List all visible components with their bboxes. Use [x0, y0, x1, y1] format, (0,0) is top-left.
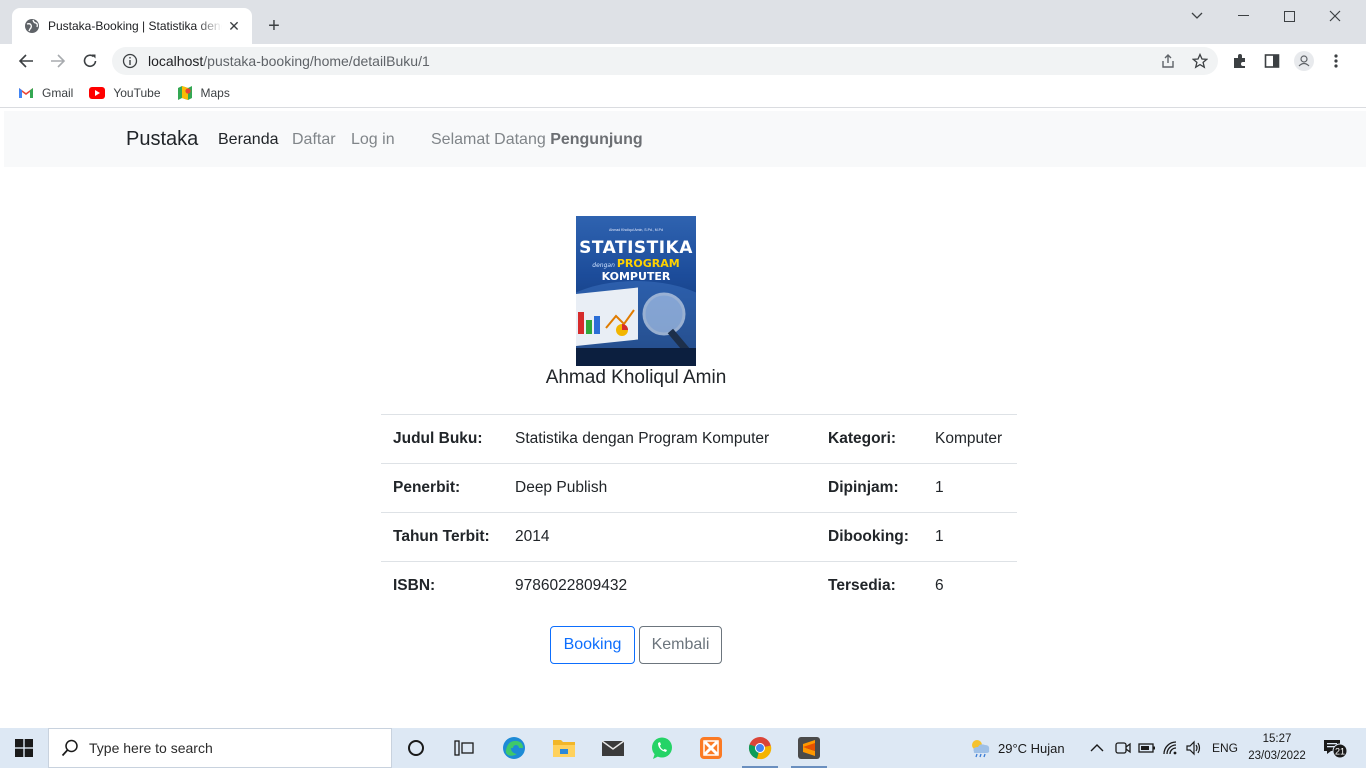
- table-row: ISBN: 9786022809432 Tersedia: 6: [381, 561, 1017, 611]
- battery-icon[interactable]: [1138, 728, 1156, 768]
- language-indicator[interactable]: ENG: [1212, 728, 1238, 768]
- bookmark-maps[interactable]: Maps: [177, 85, 230, 101]
- label-isbn: ISBN:: [393, 577, 436, 595]
- action-center-icon[interactable]: 21: [1322, 728, 1348, 768]
- windows-start-icon[interactable]: [0, 728, 48, 768]
- notification-count: 21: [1335, 747, 1345, 757]
- extensions-icon[interactable]: [1228, 49, 1252, 73]
- forward-arrow-icon[interactable]: [46, 49, 70, 73]
- search-icon: [61, 739, 78, 757]
- label-judul-buku: Judul Buku:: [393, 430, 483, 447]
- browser-tab[interactable]: Pustaka-Booking | Statistika dengan Prog…: [12, 8, 252, 44]
- bookmark-label: Maps: [200, 85, 230, 100]
- windows-taskbar: Type here to search 29°C Hujan ENG 15:27…: [0, 728, 1366, 768]
- label-tersedia: Tersedia:: [828, 577, 896, 595]
- xampp-icon[interactable]: [687, 728, 735, 768]
- page-viewport: Pustaka Beranda Daftar Log in Selamat Da…: [4, 111, 1366, 728]
- value-kategori: Komputer: [935, 430, 1003, 447]
- file-explorer-icon[interactable]: [540, 728, 588, 768]
- side-panel-icon[interactable]: [1260, 49, 1284, 73]
- weather-widget[interactable]: 29°C Hujan: [968, 728, 1065, 768]
- bookmark-gmail[interactable]: Gmail: [18, 85, 73, 101]
- url-host: localhost: [148, 53, 204, 69]
- gmail-icon: [18, 85, 34, 101]
- bookmark-youtube[interactable]: YouTube: [89, 85, 161, 101]
- wifi-icon[interactable]: [1162, 728, 1180, 768]
- bookmark-label: YouTube: [113, 85, 161, 100]
- kembali-button[interactable]: Kembali: [639, 626, 722, 664]
- table-row: Penerbit: Deep Publish Dipinjam: 1: [381, 463, 1017, 513]
- back-arrow-icon[interactable]: [14, 49, 38, 73]
- edge-browser-icon[interactable]: [490, 728, 538, 768]
- tab-title: Pustaka-Booking | Statistika dengan Prog…: [48, 19, 222, 33]
- reload-icon[interactable]: [78, 49, 102, 73]
- url-text: localhost/pustaka-booking/home/detailBuk…: [148, 53, 430, 69]
- table-row: Judul Buku: Statistika dengan Program Ko…: [381, 414, 1017, 464]
- welcome-message: Selamat Datang Pengunjung: [431, 131, 643, 149]
- nav-link-beranda[interactable]: Beranda: [218, 131, 279, 149]
- bookmark-label: Gmail: [42, 85, 74, 100]
- browser-toolbar: localhost/pustaka-booking/home/detailBuk…: [0, 44, 1366, 78]
- top-navbar: Pustaka Beranda Daftar Log in Selamat Da…: [4, 111, 1366, 167]
- new-tab-button[interactable]: +: [262, 14, 286, 38]
- navbar-brand[interactable]: Pustaka: [126, 128, 198, 151]
- meet-now-icon[interactable]: [1114, 728, 1132, 768]
- value-penerbit: Deep Publish: [515, 479, 608, 496]
- booking-button[interactable]: Booking: [550, 626, 635, 664]
- minimize-button[interactable]: [1220, 0, 1266, 32]
- bookmark-star-icon[interactable]: [1188, 49, 1212, 73]
- book-author-heading: Ahmad Kholiqul Amin: [545, 367, 727, 388]
- value-tersedia: 6: [935, 577, 944, 595]
- cortana-icon[interactable]: [392, 728, 440, 768]
- label-dibooking: Dibooking:: [828, 528, 909, 545]
- clock-time: 15:27: [1262, 733, 1292, 745]
- chrome-icon[interactable]: [736, 728, 784, 768]
- address-bar[interactable]: localhost/pustaka-booking/home/detailBuk…: [112, 47, 1218, 75]
- taskbar-search-box[interactable]: Type here to search: [48, 728, 392, 768]
- book-cover-image: Ahmad Kholiqul Amin, S.Pd., M.Pd STATIST…: [576, 216, 696, 366]
- welcome-prefix: Selamat Datang: [431, 131, 546, 148]
- maximize-button[interactable]: [1266, 0, 1312, 32]
- site-info-icon[interactable]: [122, 53, 138, 69]
- show-hidden-icons-icon[interactable]: [1090, 728, 1104, 768]
- label-penerbit: Penerbit:: [393, 479, 461, 496]
- value-isbn: 9786022809432: [515, 577, 628, 595]
- table-row: Tahun Terbit: 2014 Dibooking: 1: [381, 512, 1017, 562]
- rain-cloud-icon: [972, 740, 990, 758]
- cover-illustration: [576, 281, 696, 366]
- youtube-icon: [89, 85, 106, 101]
- clock-date: 23/03/2022: [1248, 750, 1306, 762]
- nav-link-login[interactable]: Log in: [351, 131, 395, 149]
- value-tahun-terbit: 2014: [515, 528, 550, 545]
- url-path: /pustaka-booking/home/detailBuku/1: [203, 53, 430, 69]
- nav-link-daftar[interactable]: Daftar: [292, 131, 336, 149]
- value-dibooking: 1: [935, 528, 944, 545]
- welcome-user: Pengunjung: [550, 131, 643, 148]
- maps-icon: [177, 85, 193, 101]
- close-tab-icon[interactable]: ✕: [226, 18, 242, 34]
- label-kategori: Kategori:: [828, 430, 897, 447]
- close-window-button[interactable]: [1312, 0, 1358, 32]
- sublime-text-icon[interactable]: [785, 728, 833, 768]
- whatsapp-icon[interactable]: [638, 728, 686, 768]
- bookmarks-bar: Gmail YouTube Maps: [0, 78, 1366, 108]
- task-view-icon[interactable]: [440, 728, 488, 768]
- menu-kebab-icon[interactable]: [1324, 49, 1348, 73]
- search-placeholder: Type here to search: [89, 740, 213, 756]
- label-dipinjam: Dipinjam:: [828, 479, 899, 496]
- weather-text: 29°C Hujan: [998, 740, 1065, 756]
- system-clock[interactable]: 15:27 23/03/2022: [1242, 731, 1312, 765]
- tab-search-icon[interactable]: [1174, 0, 1220, 32]
- value-dipinjam: 1: [935, 479, 944, 496]
- profile-avatar-icon[interactable]: [1292, 49, 1316, 73]
- book-detail-table: Judul Buku: Statistika dengan Program Ko…: [381, 414, 1017, 611]
- share-icon[interactable]: [1156, 49, 1180, 73]
- mail-icon[interactable]: [589, 728, 637, 768]
- volume-icon[interactable]: [1185, 728, 1203, 768]
- browser-tab-strip: Pustaka-Booking | Statistika dengan Prog…: [0, 0, 1366, 44]
- label-tahun-terbit: Tahun Terbit:: [393, 528, 490, 545]
- value-judul-buku: Statistika dengan Program Komputer: [515, 430, 770, 447]
- globe-icon: [25, 19, 39, 33]
